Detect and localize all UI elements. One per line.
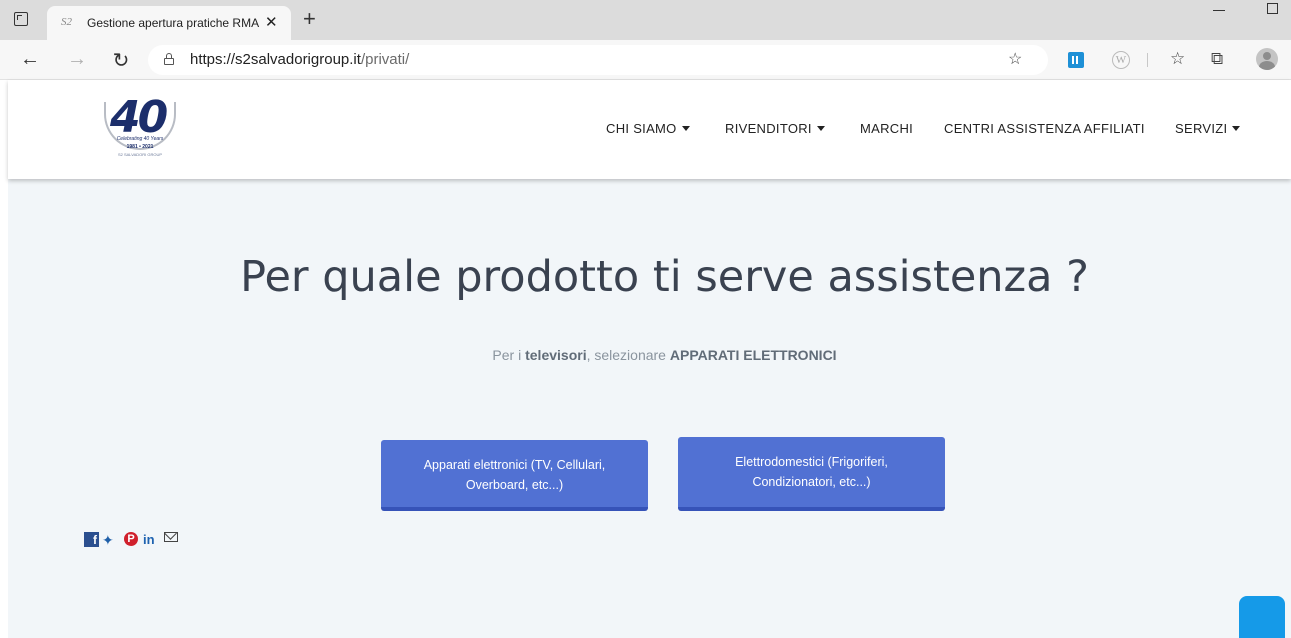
close-tab-icon[interactable]: ✕	[265, 13, 278, 31]
new-tab-button[interactable]: +	[303, 6, 316, 32]
favorites-icon[interactable]: ☆	[1170, 49, 1185, 69]
collections-icon[interactable]: ⧉	[1211, 49, 1223, 69]
extension-icon[interactable]	[1068, 52, 1084, 68]
facebook-icon[interactable]: f	[84, 532, 99, 547]
twitter-icon[interactable]: ✦	[102, 532, 114, 548]
nav-marchi[interactable]: MARCHI	[860, 121, 913, 136]
back-icon[interactable]: ←	[18, 48, 42, 71]
address-bar[interactable]: https://s2salvadorigroup.it/privati/ ☆	[148, 45, 1048, 75]
nav-rivenditori[interactable]: RIVENDITORI	[725, 121, 825, 136]
toolbar-divider	[1147, 53, 1148, 67]
add-favorite-icon[interactable]: ☆	[1008, 49, 1022, 69]
url-text[interactable]: https://s2salvadorigroup.it/privati/	[190, 51, 409, 68]
browser-tab[interactable]: S2 Gestione apertura pratiche RMA ✕	[47, 6, 291, 40]
forward-icon[interactable]: →	[65, 48, 89, 71]
logo-group: S2 SALVADORI GROUP	[117, 152, 163, 157]
caret-down-icon	[816, 126, 825, 131]
page-title: Per quale prodotto ti serve assistenza ?	[240, 252, 1089, 302]
page-subtitle: Per i televisori, selezionare APPARATI E…	[492, 347, 837, 363]
browser-tab-strip: S2 Gestione apertura pratiche RMA ✕ +	[0, 0, 1291, 40]
company-logo[interactable]: 40 Celebrating 40 Years 1981 • 2021 S2 S…	[104, 94, 176, 170]
site-header: 40 Celebrating 40 Years 1981 • 2021 S2 S…	[8, 80, 1291, 179]
logo-band: Celebrating 40 Years	[116, 136, 164, 142]
apparati-elettronici-button[interactable]: Apparati elettronici (TV, Cellulari, Ove…	[381, 440, 648, 511]
logo-years: 1981 • 2021	[126, 144, 154, 150]
maximize-window-button[interactable]	[1267, 3, 1278, 14]
web-page: 40 Celebrating 40 Years 1981 • 2021 S2 S…	[8, 80, 1291, 638]
site-favicon-icon: S2	[61, 16, 72, 28]
site-info-icon[interactable]	[164, 53, 174, 65]
caret-down-icon	[1232, 126, 1241, 131]
email-icon[interactable]	[164, 532, 178, 542]
pinterest-icon[interactable]: P	[124, 532, 138, 546]
caret-down-icon	[681, 126, 690, 131]
linkedin-icon[interactable]: in	[143, 532, 155, 548]
refresh-icon[interactable]: ↻	[109, 48, 133, 73]
nav-chi-siamo[interactable]: CHI SIAMO	[606, 121, 690, 136]
tab-title: Gestione apertura pratiche RMA	[87, 16, 260, 30]
extension-w-icon[interactable]: W	[1112, 51, 1130, 69]
tab-actions-icon[interactable]	[14, 12, 28, 26]
logo-number: 40	[110, 92, 168, 143]
nav-servizi[interactable]: SERVIZI	[1175, 121, 1241, 136]
profile-avatar-icon[interactable]	[1256, 48, 1278, 70]
nav-centri-assistenza[interactable]: CENTRI ASSISTENZA AFFILIATI	[944, 121, 1145, 136]
minimize-window-button[interactable]	[1213, 10, 1225, 11]
elettrodomestici-button[interactable]: Elettrodomestici (Frigoriferi, Condizion…	[678, 437, 945, 511]
browser-toolbar: ← → ↻ https://s2salvadorigroup.it/privat…	[0, 40, 1291, 80]
chat-widget-button[interactable]	[1239, 596, 1285, 638]
